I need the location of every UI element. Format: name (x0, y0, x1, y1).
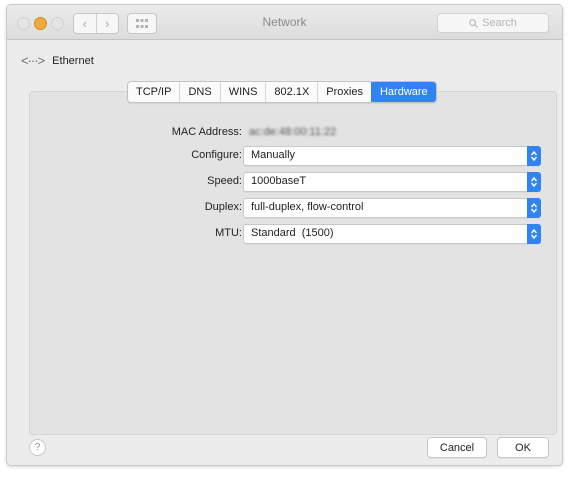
popup-stepper-icon (527, 146, 541, 166)
network-service-icon: <···> (21, 53, 45, 68)
speed-row: Speed: 1000baseT (7, 172, 562, 192)
tab-dns[interactable]: DNS (179, 82, 219, 102)
cancel-button[interactable]: Cancel (427, 437, 487, 458)
search-icon (469, 18, 478, 28)
tab-hardware[interactable]: Hardware (370, 82, 436, 102)
search-field[interactable]: Search (437, 13, 549, 33)
service-name: Ethernet (52, 54, 94, 67)
network-window: ‹ › Network Search <···> Ethernet TCP/IP (6, 4, 563, 466)
speed-label: Speed: (207, 175, 242, 187)
popup-stepper-icon (527, 198, 541, 218)
configure-select[interactable]: Manually (243, 146, 541, 166)
tab-proxies[interactable]: Proxies (317, 82, 371, 102)
ok-button[interactable]: OK (497, 437, 549, 458)
tab-tcpip[interactable]: TCP/IP (128, 82, 179, 102)
mac-address-value: ac:de:48:00:11:22 (249, 126, 337, 138)
popup-stepper-icon (527, 224, 541, 244)
mtu-select[interactable]: Standard (1500) (243, 224, 541, 244)
search-placeholder: Search (482, 17, 517, 29)
duplex-value: full-duplex, flow-control (251, 201, 364, 213)
mac-address-label: MAC Address: (171, 126, 242, 138)
speed-value: 1000baseT (251, 175, 307, 187)
duplex-label: Duplex: (204, 201, 242, 213)
popup-stepper-icon (527, 172, 541, 192)
mac-address-row: MAC Address: ac:de:48:00:11:22 (7, 123, 562, 143)
mtu-label: MTU: (215, 227, 242, 239)
back-to-ethernet[interactable]: <···> Ethernet (21, 53, 94, 68)
duplex-select[interactable]: full-duplex, flow-control (243, 198, 541, 218)
tab-bar: TCP/IP DNS WINS 802.1X Proxies Hardware (127, 81, 437, 103)
mtu-value: Standard (1500) (251, 227, 334, 239)
tab-wins[interactable]: WINS (219, 82, 266, 102)
title-bar: ‹ › Network Search (7, 5, 562, 40)
mtu-row: MTU: Standard (1500) (7, 224, 562, 244)
configure-label: Configure: (191, 149, 242, 161)
help-button[interactable]: ? (29, 439, 46, 456)
configure-value: Manually (251, 149, 296, 161)
configure-row: Configure: Manually (7, 146, 562, 166)
speed-select[interactable]: 1000baseT (243, 172, 541, 192)
duplex-row: Duplex: full-duplex, flow-control (7, 198, 562, 218)
tab-8021x[interactable]: 802.1X (265, 82, 317, 102)
